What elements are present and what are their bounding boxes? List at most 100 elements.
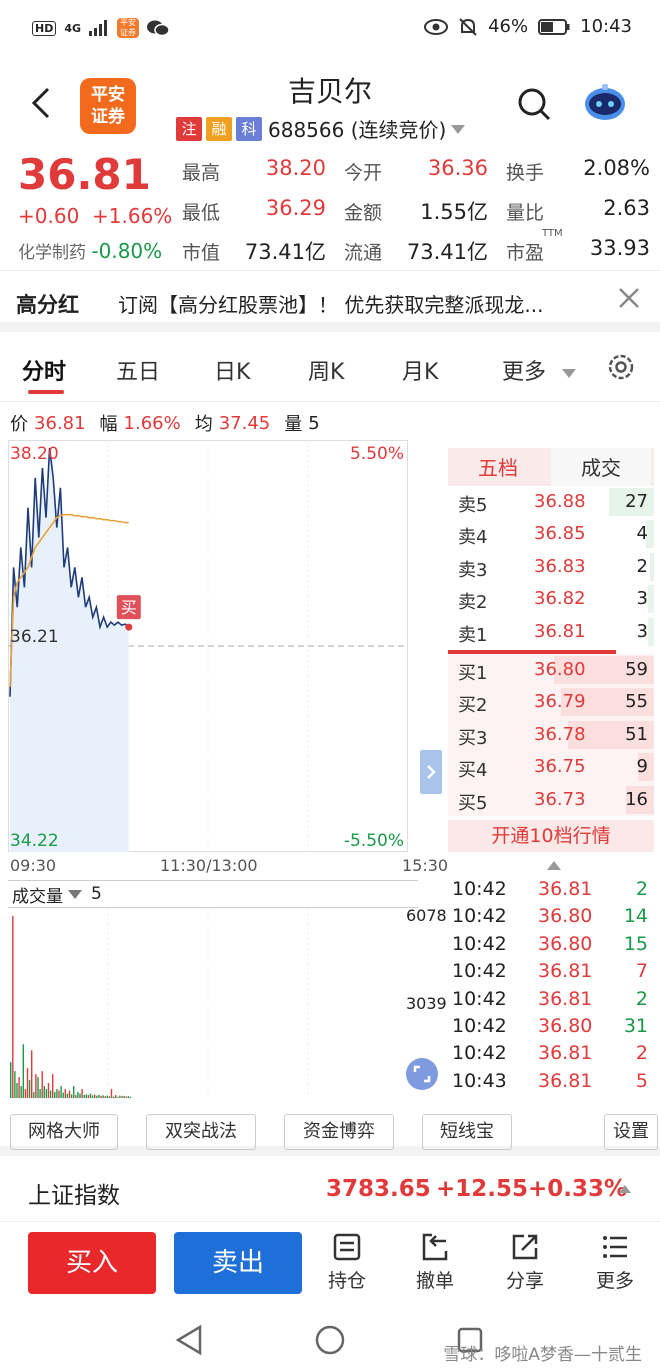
robot-assistant-button[interactable] [582,82,628,122]
ask-level-row[interactable]: 卖4 36.85 4 [448,518,654,550]
trade-time: 10:42 [452,878,507,900]
status-bar: HD 4G 平安证券 46% 10:43 [0,0,660,58]
capital-game-button[interactable]: 资金博弈 [284,1114,394,1150]
volume-bar [68,1090,71,1098]
fullscreen-button[interactable] [406,1058,438,1090]
ask-level-row[interactable]: 卖3 36.83 2 [448,551,654,583]
holdings-button[interactable]: 持仓 [312,1232,382,1293]
system-nav-bar: 雪球：哆啦A梦香—十贰生 [0,1312,660,1371]
tab-trades[interactable]: 成交 [551,448,651,486]
volume-bar [127,1096,129,1098]
level-label: 买1 [458,662,488,684]
sector-info[interactable]: 化学制药 -0.80% [18,238,162,263]
price-change: +0.60 +1.66% [18,204,172,228]
volume-chart[interactable]: 成交量 5 6078 3039 [8,880,447,1100]
bid-level-row[interactable]: 买5 36.73 16 [448,783,654,816]
hd-indicator: HD [32,20,57,36]
chart-settings-button[interactable] [606,352,636,388]
volume-bar [129,1096,132,1098]
trade-qty: 5 [635,1069,648,1092]
short-line-button[interactable]: 短线宝 [422,1114,512,1150]
level-qty: 59 [625,658,648,680]
last-price-dot [125,623,133,631]
open-10-level-button[interactable]: 开通10档行情 [448,820,654,852]
trade-time: 10:42 [452,932,507,955]
volume-bar [64,1089,66,1098]
grid-master-button[interactable]: 网格大师 [10,1114,118,1150]
volume-bar [35,1074,37,1098]
stock-code-selector[interactable]: 注 融 科 688566 (连续竞价) [176,114,466,143]
tab-monthly-k[interactable]: 月K [402,354,438,386]
banner-close-button[interactable] [618,283,640,316]
volume-bar [85,1094,87,1098]
buy-button[interactable]: 买入 [28,1232,156,1294]
index-name: 上证指数 [28,1183,120,1209]
bid-level-row[interactable]: 买4 36.75 9 [448,751,654,784]
quote-value: 36.36 [427,156,488,180]
cancel-order-label: 撤单 [415,1270,454,1292]
tab-five-levels[interactable]: 五档 [448,452,548,481]
trade-row: 10:43 36.81 5 [448,1068,654,1095]
level-price: 36.82 [534,588,586,610]
expand-orderbook-button[interactable] [420,750,442,794]
level-price: 36.83 [534,555,586,577]
qty-bar [648,617,654,646]
volume-bar [60,1086,62,1098]
tab-5day[interactable]: 五日 [116,354,160,386]
promo-banner[interactable]: 高分红 订阅【高分红股票池】！ 优先获取完整派现龙... [0,270,660,332]
signal-icon [89,20,108,36]
trade-time: 10:42 [452,960,507,983]
quote-value: 33.93 [589,236,650,260]
bid-level-row[interactable]: 买3 36.78 51 [448,718,654,752]
vol-value: 5 [308,412,320,434]
nav-home-icon[interactable] [314,1324,346,1356]
tab-weekly-k[interactable]: 周K [308,354,344,386]
volume-bar [28,1080,31,1098]
stock-code: 688566 (连续竞价) [268,118,447,142]
level-label: 卖1 [458,624,488,646]
cancel-order-button[interactable]: 撤单 [400,1232,470,1293]
price-label: 价 [10,414,28,435]
ask-level-row[interactable]: 卖2 36.82 3 [448,583,654,615]
index-ticker[interactable]: 上证指数 3783.65 +12.55 +0.33% [0,1162,660,1222]
amp-label: 幅 [99,414,118,435]
trade-qty: 7 [635,960,648,983]
bid-level-row[interactable]: 买1 36.80 59 [448,653,654,687]
scroll-up-icon[interactable] [546,856,562,875]
bid-level-row[interactable]: 买2 36.79 55 [448,686,654,719]
double-breakout-button[interactable]: 双突战法 [146,1114,256,1150]
volume-bar [123,1095,125,1098]
trade-qty: 15 [623,932,648,955]
nav-back-icon[interactable] [174,1324,204,1356]
share-button[interactable]: 分享 [490,1232,560,1293]
app-notification-icon: 平安证券 [117,18,140,38]
level-qty: 55 [625,691,648,713]
level-price: 36.79 [534,691,586,713]
quote-key: 最高 [182,162,221,184]
trade-row: 10:42 36.81 2 [448,986,654,1013]
sell-button[interactable]: 卖出 [174,1232,302,1294]
quote-value: 2.63 [603,196,650,220]
intraday-chart[interactable]: 买 38.20 36.21 34.22 5.50% -5.50% [8,440,408,852]
cancel-order-icon [422,1233,448,1261]
change-value: +0.60 [18,204,80,228]
volume-bar [62,1092,64,1098]
tab-daily-k[interactable]: 日K [214,354,250,386]
bid-levels: 买1 36.80 59 买2 36.79 55 买3 36.78 51 买4 36.75 9 买5 36.… [448,653,654,816]
volume-bar [112,1096,115,1098]
tab-more[interactable]: 更多 [502,354,577,386]
level-qty: 51 [625,723,648,745]
quote-value: 1.55亿 [420,200,488,224]
ask-level-row[interactable]: 卖5 36.88 27 [448,486,654,518]
volume-bar [73,1086,75,1098]
tab-intraday[interactable]: 分时 [22,354,66,386]
strategy-settings-button[interactable]: 设置 [604,1114,658,1150]
level-label: 买3 [458,727,488,749]
ask-level-row[interactable]: 卖1 36.81 3 [448,616,654,648]
level-price: 36.81 [534,620,586,642]
volume-bar [119,1095,121,1098]
more-actions-button[interactable]: 更多 [580,1232,650,1293]
robot-icon [585,84,625,120]
search-button[interactable] [516,86,552,122]
volume-bar [43,1086,45,1098]
